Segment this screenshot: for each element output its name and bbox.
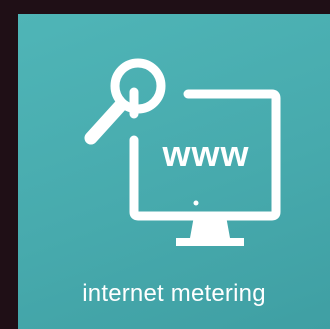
internet-metering-tile[interactable]: www internet metering [18,14,330,329]
magnifier-icon [84,58,166,145]
tile-label: internet metering [82,280,266,307]
screen-www-text: www [161,133,249,174]
tile-illustration: www [84,58,281,246]
